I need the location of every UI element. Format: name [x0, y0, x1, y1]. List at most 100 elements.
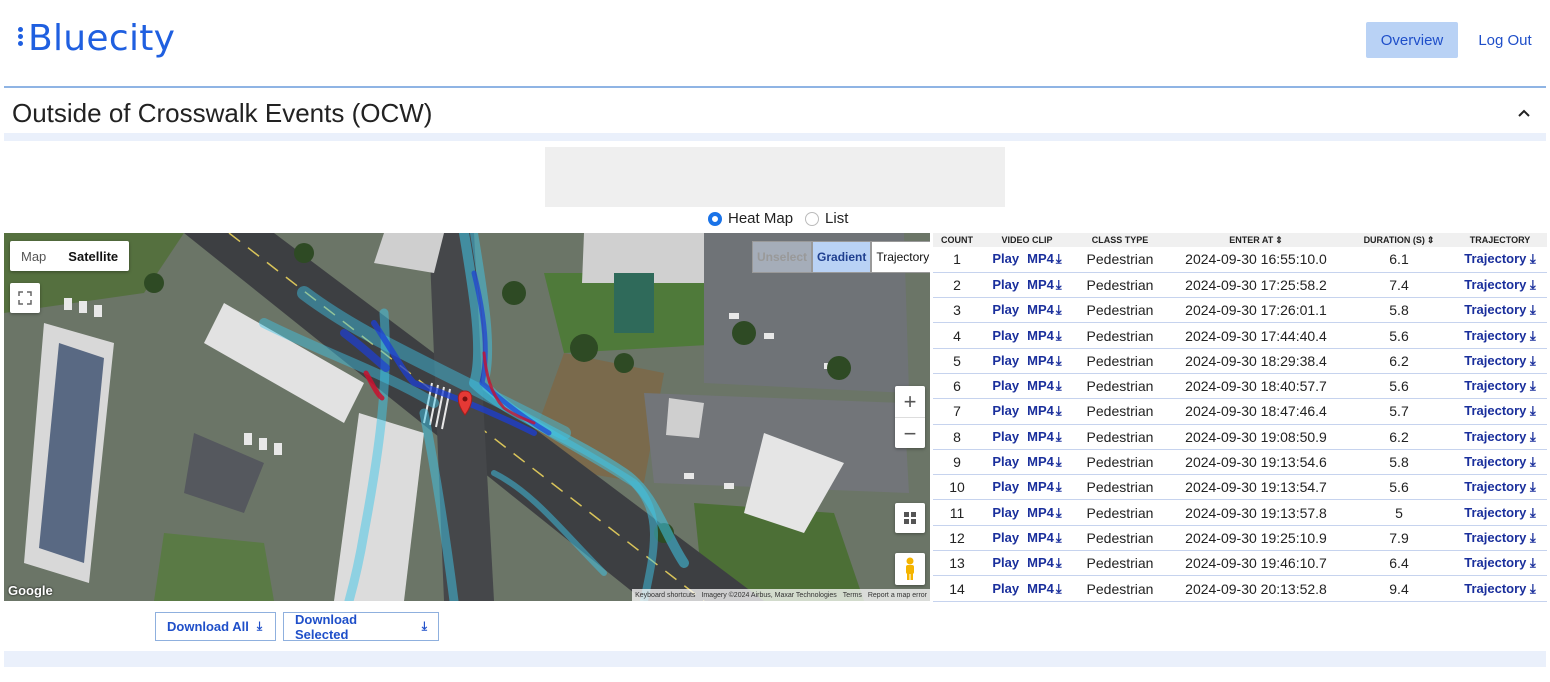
heat-map[interactable]: Map Satellite Unselect Gradient Trajecto…: [4, 233, 930, 601]
cell-count: 9: [933, 449, 981, 476]
cell-duration: 7.4: [1345, 272, 1453, 299]
trajectory-download-link[interactable]: Trajectory ⤓: [1453, 398, 1547, 425]
mp4-download-link[interactable]: MP4 ⤓: [1027, 530, 1061, 545]
cell-video-clip: Play MP4 ⤓: [981, 474, 1073, 501]
list-label[interactable]: List: [825, 210, 848, 227]
trajectory-download-link[interactable]: Trajectory ⤓: [1453, 297, 1547, 324]
list-radio[interactable]: [805, 211, 820, 226]
table-row[interactable]: 14 Play MP4 ⤓ Pedestrian 2024-09-30 20:13:52.…: [933, 575, 1547, 602]
table-row[interactable]: 9 Play MP4 ⤓ Pedestrian 2024-09-30 19:13:54.6…: [933, 449, 1547, 476]
attr-terms[interactable]: Terms: [843, 592, 862, 599]
trajectory-download-link[interactable]: Trajectory ⤓: [1453, 424, 1547, 450]
download-icon: ⤓: [1055, 580, 1062, 596]
play-link[interactable]: Play: [992, 530, 1019, 545]
table-row[interactable]: 3 Play MP4 ⤓ Pedestrian 2024-09-30 17:26:01.1…: [933, 297, 1547, 324]
map-layers-icon[interactable]: [895, 503, 925, 533]
trajectory-download-link[interactable]: Trajectory ⤓: [1453, 474, 1547, 501]
map-type-map[interactable]: Map: [10, 241, 57, 271]
trajectory-download-link[interactable]: Trajectory ⤓: [1453, 550, 1547, 577]
table-row[interactable]: 7 Play MP4 ⤓ Pedestrian 2024-09-30 18:47:46.4…: [933, 398, 1547, 425]
sort-icon[interactable]: ⇕: [1427, 235, 1435, 245]
table-row[interactable]: 1 Play MP4 ⤓ Pedestrian 2024-09-30 16:55:10.0…: [933, 247, 1547, 273]
table-row[interactable]: 10 Play MP4 ⤓ Pedestrian 2024-09-30 19:13:54.…: [933, 474, 1547, 501]
mode-unselect-button[interactable]: Unselect: [752, 241, 813, 273]
mp4-download-link[interactable]: MP4 ⤓: [1027, 505, 1061, 520]
trajectory-label: Trajectory: [1464, 302, 1527, 318]
play-link[interactable]: Play: [992, 479, 1019, 494]
table-row[interactable]: 11 Play MP4 ⤓ Pedestrian 2024-09-30 19:13:57.…: [933, 499, 1547, 526]
fullscreen-icon[interactable]: [10, 283, 40, 313]
table-row[interactable]: 8 Play MP4 ⤓ Pedestrian 2024-09-30 19:08:50.9…: [933, 424, 1547, 450]
trajectory-download-link[interactable]: Trajectory ⤓: [1453, 247, 1547, 273]
table-row[interactable]: 2 Play MP4 ⤓ Pedestrian 2024-09-30 17:25:58.2…: [933, 272, 1547, 299]
map-type-satellite[interactable]: Satellite: [57, 241, 129, 271]
street-view-pegman-icon[interactable]: [895, 553, 925, 585]
sort-icon[interactable]: ⇕: [1275, 235, 1283, 245]
nav-overview[interactable]: Overview: [1366, 22, 1458, 58]
play-link[interactable]: Play: [992, 328, 1019, 343]
bluecity-logo[interactable]: Bluecity: [18, 18, 175, 59]
attr-report[interactable]: Report a map error: [868, 592, 927, 599]
trajectory-download-link[interactable]: Trajectory ⤓: [1453, 575, 1547, 602]
cell-count: 6: [933, 373, 981, 400]
mp4-download-link[interactable]: MP4 ⤓: [1027, 555, 1061, 570]
mp4-label: MP4: [1027, 555, 1054, 571]
col-enter-at[interactable]: Enter At ⇕: [1167, 233, 1345, 247]
download-icon: ⤓: [1055, 276, 1062, 292]
trajectory-download-link[interactable]: Trajectory ⤓: [1453, 373, 1547, 400]
mp4-label: MP4: [1027, 428, 1054, 444]
col-count: Count: [933, 233, 981, 247]
play-link[interactable]: Play: [992, 429, 1019, 444]
mp4-download-link[interactable]: MP4 ⤓: [1027, 251, 1061, 266]
play-link[interactable]: Play: [992, 353, 1019, 368]
table-row[interactable]: 4 Play MP4 ⤓ Pedestrian 2024-09-30 17:44:40.4…: [933, 322, 1547, 349]
chevron-up-icon[interactable]: [1518, 104, 1530, 122]
table-row[interactable]: 13 Play MP4 ⤓ Pedestrian 2024-09-30 19:46:10.…: [933, 550, 1547, 577]
cell-count: 2: [933, 272, 981, 299]
heat-map-radio[interactable]: [708, 211, 722, 226]
mp4-download-link[interactable]: MP4 ⤓: [1027, 479, 1061, 494]
zoom-out-button[interactable]: −: [895, 418, 925, 449]
mp4-download-link[interactable]: MP4 ⤓: [1027, 454, 1061, 469]
play-link[interactable]: Play: [992, 555, 1019, 570]
mp4-download-link[interactable]: MP4 ⤓: [1027, 302, 1061, 317]
nav-logout[interactable]: Log Out: [1470, 22, 1540, 58]
trajectory-download-link[interactable]: Trajectory ⤓: [1453, 322, 1547, 349]
mp4-download-link[interactable]: MP4 ⤓: [1027, 581, 1061, 596]
play-link[interactable]: Play: [992, 581, 1019, 596]
col-trajectory: Trajectory: [1453, 233, 1547, 247]
play-link[interactable]: Play: [992, 251, 1019, 266]
mode-gradient-button[interactable]: Gradient: [812, 241, 872, 273]
trajectory-download-link[interactable]: Trajectory ⤓: [1453, 348, 1547, 374]
table-row[interactable]: 6 Play MP4 ⤓ Pedestrian 2024-09-30 18:40:57.7…: [933, 373, 1547, 400]
col-duration[interactable]: Duration (s) ⇕: [1345, 233, 1453, 247]
cell-enter-at: 2024-09-30 18:47:46.4: [1167, 398, 1345, 425]
trajectory-download-link[interactable]: Trajectory ⤓: [1453, 272, 1547, 299]
download-selected-button[interactable]: Download Selected ⤓: [283, 612, 439, 642]
trajectory-download-link[interactable]: Trajectory ⤓: [1453, 525, 1547, 552]
trajectory-download-link[interactable]: Trajectory ⤓: [1453, 499, 1547, 526]
mp4-download-link[interactable]: MP4 ⤓: [1027, 429, 1061, 444]
cell-video-clip: Play MP4 ⤓: [981, 424, 1073, 450]
heat-map-label[interactable]: Heat Map: [728, 210, 793, 227]
play-link[interactable]: Play: [992, 378, 1019, 393]
play-link[interactable]: Play: [992, 403, 1019, 418]
mode-trajectory-button[interactable]: Trajectory: [871, 241, 930, 273]
mp4-download-link[interactable]: MP4 ⤓: [1027, 353, 1061, 368]
download-all-button[interactable]: Download All ⤓: [155, 612, 276, 641]
table-row[interactable]: 12 Play MP4 ⤓ Pedestrian 2024-09-30 19:25:10.…: [933, 525, 1547, 552]
play-link[interactable]: Play: [992, 454, 1019, 469]
play-link[interactable]: Play: [992, 505, 1019, 520]
mp4-download-link[interactable]: MP4 ⤓: [1027, 328, 1061, 343]
trajectory-download-link[interactable]: Trajectory ⤓: [1453, 449, 1547, 476]
zoom-in-button[interactable]: +: [895, 386, 925, 417]
cell-class-type: Pedestrian: [1073, 247, 1167, 273]
attr-shortcuts[interactable]: Keyboard shortcuts: [635, 592, 695, 599]
table-row[interactable]: 5 Play MP4 ⤓ Pedestrian 2024-09-30 18:29:38.4…: [933, 348, 1547, 374]
mp4-download-link[interactable]: MP4 ⤓: [1027, 378, 1061, 393]
play-link[interactable]: Play: [992, 277, 1019, 292]
play-link[interactable]: Play: [992, 302, 1019, 317]
mp4-download-link[interactable]: MP4 ⤓: [1027, 277, 1061, 292]
mp4-download-link[interactable]: MP4 ⤓: [1027, 403, 1061, 418]
cell-class-type: Pedestrian: [1073, 499, 1167, 526]
